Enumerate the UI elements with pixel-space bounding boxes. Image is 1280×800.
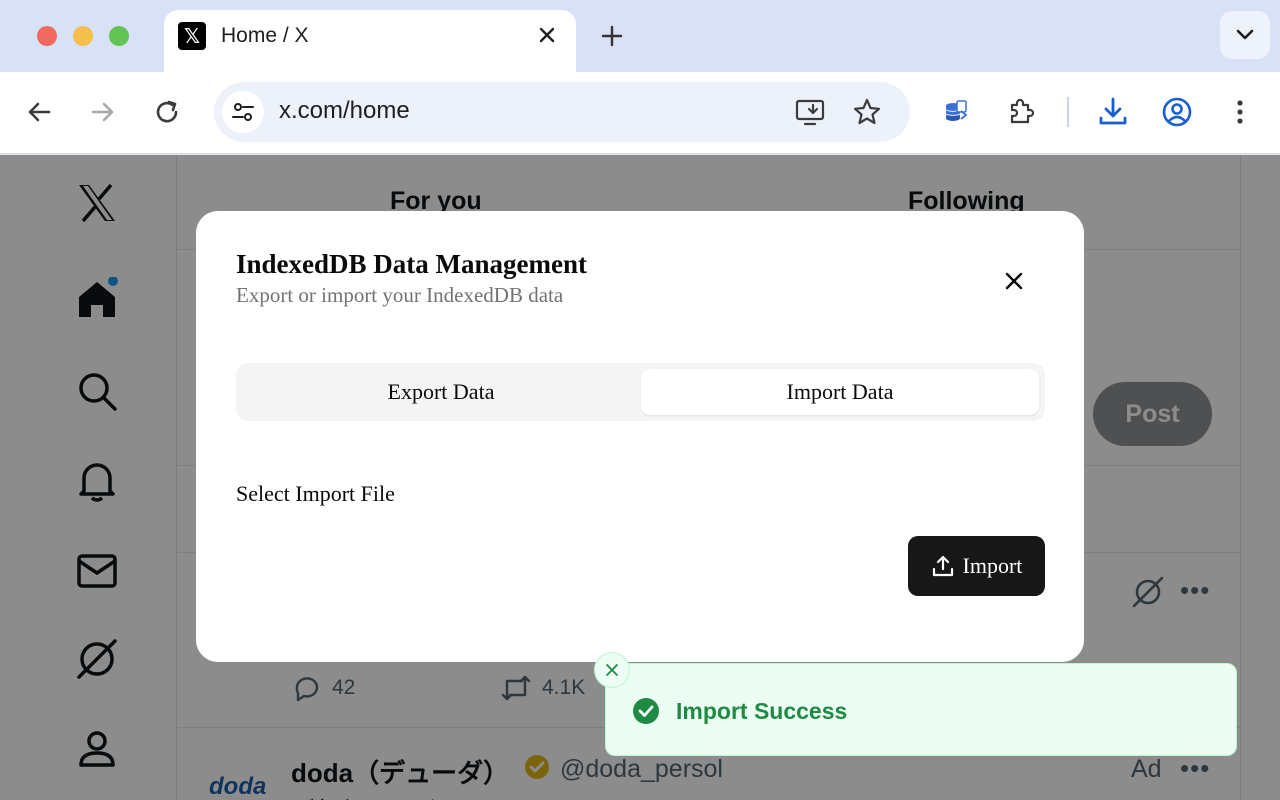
install-desktop-icon	[795, 99, 825, 126]
tab-title: Home / X	[221, 24, 309, 47]
star-icon	[853, 98, 881, 125]
window-zoom-button[interactable]	[109, 26, 129, 46]
puzzle-icon	[1010, 98, 1035, 124]
profile-button[interactable]	[1159, 94, 1195, 130]
toast-close-button[interactable]	[594, 652, 630, 688]
url-text[interactable]: x.com/home	[279, 97, 410, 125]
back-button[interactable]	[21, 94, 57, 130]
upload-icon	[932, 555, 953, 577]
chevron-down-icon	[1236, 29, 1254, 40]
account-circle-icon	[1162, 97, 1192, 127]
browser-tabstrip: 𝕏 Home / X	[0, 0, 1280, 72]
address-bar[interactable]: x.com/home	[214, 82, 910, 142]
bookmark-button[interactable]	[851, 96, 883, 128]
forward-button[interactable]	[85, 94, 121, 130]
data-tabs: Export Data Import Data	[236, 363, 1045, 421]
toolbar-separator	[1067, 97, 1069, 127]
close-icon[interactable]	[534, 22, 560, 48]
tune-icon	[232, 103, 254, 121]
more-vertical-icon	[1237, 100, 1243, 124]
select-file-label[interactable]: Select Import File	[236, 481, 395, 507]
success-toast: Import Success	[594, 652, 1237, 756]
close-icon	[1005, 272, 1023, 290]
close-icon	[606, 664, 618, 676]
import-button[interactable]: Import	[908, 536, 1045, 596]
reload-button[interactable]	[149, 94, 185, 130]
reload-icon	[156, 100, 178, 123]
new-tab-plus-icon[interactable]	[598, 22, 626, 50]
dialog-subtitle: Export or import your IndexedDB data	[236, 283, 564, 307]
browser-menu-button[interactable]	[1222, 94, 1258, 130]
dialog-close-button[interactable]	[998, 265, 1030, 297]
indexeddb-dialog: IndexedDB Data Management Export or impo…	[196, 211, 1084, 662]
window-minimize-button[interactable]	[73, 26, 93, 46]
browser-tab-active[interactable]: 𝕏 Home / X	[164, 10, 576, 72]
tab-export-data[interactable]: Export Data	[242, 369, 640, 415]
downloads-button[interactable]	[1095, 94, 1131, 130]
tab-import-data[interactable]: Import Data	[641, 369, 1039, 415]
arrow-left-icon	[28, 102, 51, 122]
toast-message: Import Success	[676, 698, 848, 724]
tab-search-button[interactable]	[1220, 11, 1270, 59]
import-button-label: Import	[962, 553, 1023, 578]
check-circle-icon	[633, 698, 659, 724]
arrow-right-icon	[91, 102, 114, 122]
download-icon	[1099, 97, 1127, 125]
x-logo-icon: 𝕏	[178, 22, 206, 50]
browser-toolbar: x.com/home	[0, 72, 1280, 154]
window-close-button[interactable]	[37, 26, 57, 46]
extensions-button[interactable]	[1003, 94, 1039, 130]
site-info-button[interactable]	[222, 91, 264, 133]
install-app-button[interactable]	[794, 96, 826, 128]
indexeddb-extension-button[interactable]	[938, 94, 974, 130]
dialog-title: IndexedDB Data Management	[236, 249, 587, 279]
database-extension-icon	[945, 100, 968, 121]
